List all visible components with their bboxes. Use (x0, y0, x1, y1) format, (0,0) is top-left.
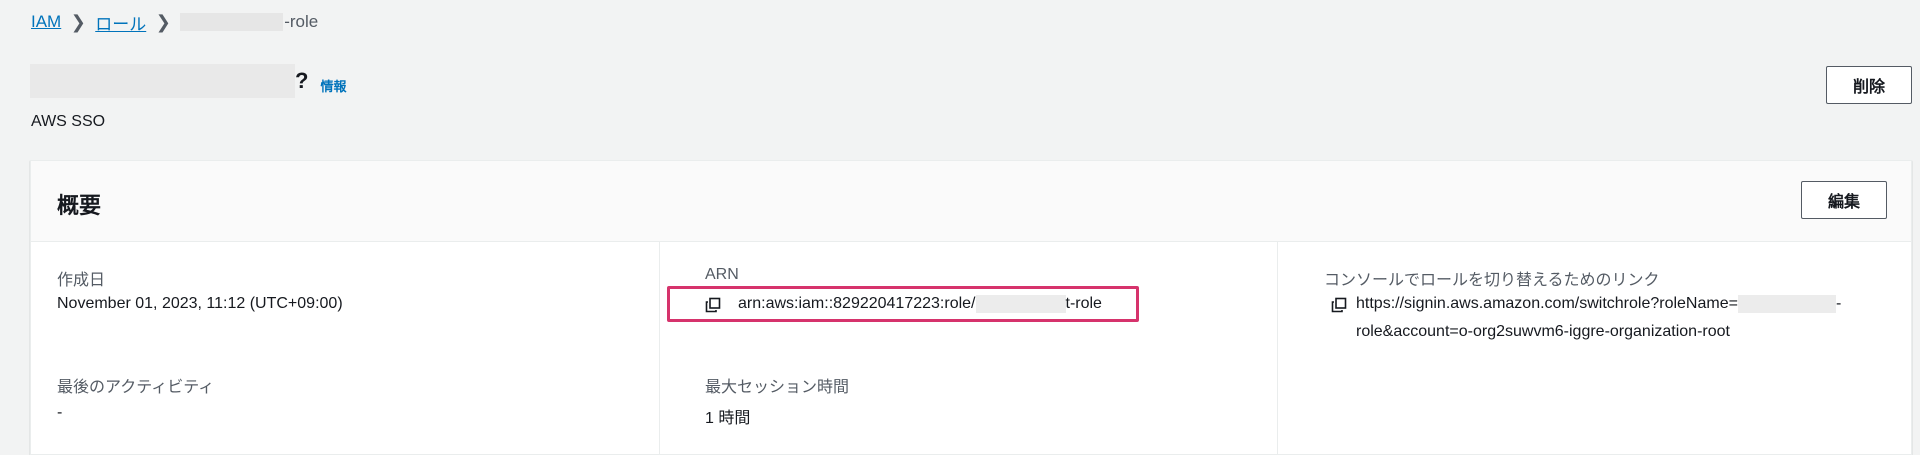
summary-header: 概要 編集 (31, 161, 1911, 242)
switch-role-link-line2[interactable]: role&account=o-org2suwvm6-iggre-organiza… (1356, 323, 1730, 341)
summary-title: 概要 (57, 193, 102, 218)
last-activity-value: - (57, 404, 63, 421)
breadcrumb: IAM ❯ ロール ❯ -role (31, 10, 318, 34)
breadcrumb-iam-link[interactable]: IAM (31, 12, 61, 32)
copy-icon[interactable] (1331, 297, 1347, 313)
chevron-right-icon: ❯ (155, 11, 171, 32)
page-title-tail: ? (295, 68, 309, 93)
summary-column-3: コンソールでロールを切り替えるためのリンク https://signin.aws… (1278, 242, 1911, 454)
switch-role-link-prefix: https://signin.aws.amazon.com/switchrole… (1356, 295, 1738, 312)
breadcrumb-current: -role (180, 12, 318, 32)
max-session-value: 1 時間 (705, 410, 751, 427)
redacted-block (1737, 295, 1836, 313)
delete-button[interactable]: 削除 (1826, 66, 1912, 104)
switch-role-link-dash: - (1835, 295, 1842, 312)
chevron-right-icon: ❯ (70, 11, 86, 32)
redacted-title (30, 64, 295, 98)
summary-column-2: ARN arn:aws:iam::829220417223:role/ t-ro… (660, 242, 1278, 454)
breadcrumb-current-suffix: -role (284, 12, 319, 31)
created-date-label: 作成日 (57, 272, 106, 289)
arn-highlight-box (667, 286, 1139, 322)
page-subtitle: AWS SSO (31, 113, 106, 130)
redacted-block (180, 13, 284, 31)
arn-label: ARN (705, 266, 739, 283)
switch-role-link-label: コンソールでロールを切り替えるためのリンク (1324, 272, 1660, 289)
edit-button[interactable]: 編集 (1801, 181, 1887, 219)
switch-role-link-line1[interactable]: https://signin.aws.amazon.com/switchrole… (1356, 295, 1841, 313)
created-date-value: November 01, 2023, 11:12 (UTC+09:00) (57, 295, 343, 312)
info-link[interactable]: 情報 (320, 76, 346, 95)
max-session-label: 最大セッション時間 (705, 379, 850, 396)
last-activity-label: 最後のアクティビティ (57, 379, 215, 396)
summary-column-1: 作成日 November 01, 2023, 11:12 (UTC+09:00)… (31, 242, 660, 454)
breadcrumb-roles-link[interactable]: ロール (95, 10, 146, 35)
page-header: ? 情報 (30, 64, 346, 98)
